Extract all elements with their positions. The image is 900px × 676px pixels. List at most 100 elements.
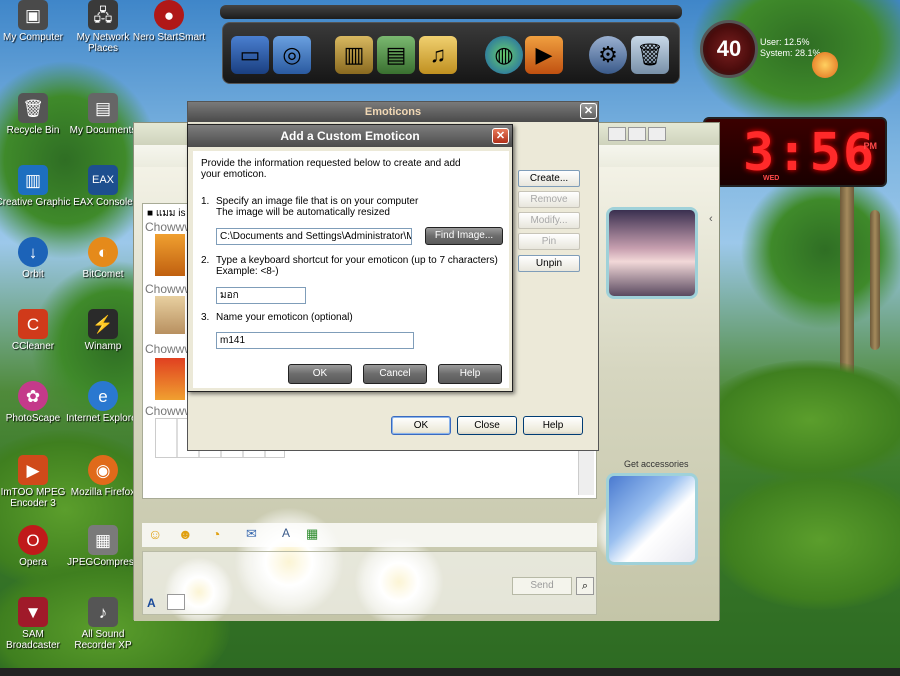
firefox-gadget-icon[interactable] [812,52,838,78]
chat-sender: Chowww [145,220,194,234]
desktop-icon-label: JPEGCompress [67,557,139,568]
cpu-value: 40 [716,36,742,61]
image-file-path-input[interactable]: C:\Documents and Settings\Administrator\… [216,228,412,245]
background-icon[interactable]: ▦ [306,526,318,542]
desktop-icon-jpegcompress[interactable]: ▦ JPEGCompress [64,525,142,568]
media-player-icon[interactable]: ▶ [525,36,563,74]
desktop-icon-label: Winamp [84,341,122,352]
cpu-stats: User: 12.5% System: 28.1% [760,37,821,59]
step1-number: 1. [201,196,210,207]
chat-sender: Chowww [145,404,194,418]
wink-icon[interactable]: ☻ [178,526,193,542]
nudge-icon[interactable]: ✉ [246,526,257,542]
documents-icon[interactable]: ▤ [377,36,415,74]
desktop-icon-opera[interactable]: O Opera [0,525,72,568]
my-documents-icon: ▤ [88,93,118,123]
sound-recorder-icon: ♪ [88,597,118,627]
emoticons-help-button[interactable]: Help [523,416,583,435]
send-button[interactable]: Send [512,577,572,595]
voice-clip-icon[interactable]: ◔ [212,526,220,542]
dock-top-bar [220,5,682,19]
opera-icon: O [18,525,48,555]
eax-console-icon: EAX [88,165,118,195]
creative-graphic-icon: ▥ [18,165,48,195]
font-style-icon[interactable]: A [147,596,156,610]
desktop-icon-label: My Computer [2,32,63,43]
desktop-icon-label: EAX Console [73,197,133,208]
search-icon[interactable]: ⌕ [576,577,594,595]
desktop-icon-orbit[interactable]: ↓ Orbit [0,237,72,280]
desktop-icon-imtoo[interactable]: ▶ ImTOO MPEG Encoder 3 [0,455,72,509]
desktop-icon-nero[interactable]: ● Nero StartSmart [130,0,208,43]
emoticon-icon[interactable]: ☺ [148,526,162,542]
desktop-icon-firefox[interactable]: ◉ Mozilla Firefox [64,455,142,498]
hedge [710,470,900,610]
desktop-icon-creative-graphic[interactable]: ▥ Creative Graphic [0,165,72,208]
step1-instruction: Specify an image file that is on your co… [216,196,419,207]
palm-trunk [870,210,880,350]
cancel-button[interactable]: Cancel [363,364,427,384]
add-custom-emoticon-title: Add a Custom Emoticon [188,125,512,147]
disk-drive-icon[interactable]: ◎ [273,36,311,74]
find-image-button[interactable]: Find Image... [425,227,503,245]
minimize-button[interactable] [608,127,626,141]
desktop-icon-label: Internet Explorer [66,413,140,424]
desktop-icon-my-documents[interactable]: ▤ My Documents [64,93,142,136]
desktop-icon-my-computer[interactable]: ▣ My Computer [0,0,72,43]
maximize-button[interactable] [628,127,646,141]
step1-note: The image will be automatically resized [216,207,390,218]
desktop-icon-sam-broadcaster[interactable]: ▼ SAM Broadcaster [0,597,72,651]
pin-button: Pin [518,233,580,250]
nero-icon: ● [154,0,184,30]
shortcut-input[interactable]: มอก [216,287,306,304]
handwriting-icon[interactable] [167,594,185,610]
digital-clock: 3:56 PM WED [703,117,887,187]
computer-icon: ▣ [18,0,48,30]
remove-button: Remove [518,191,580,208]
cpu-meter: 40 [700,20,758,78]
user-avatar [606,473,698,565]
music-folder-icon[interactable]: ♫ [419,36,457,74]
ok-button[interactable]: OK [288,364,352,384]
trash-icon[interactable]: 🗑 [631,36,669,74]
help-button[interactable]: Help [438,364,502,384]
desktop-icon-internet-explorer[interactable]: e Internet Explorer [64,381,142,424]
gear-icon[interactable]: ⚙ [589,36,627,74]
desktop-icon-photoscape[interactable]: ✿ PhotoScape [0,381,72,424]
step3-number: 3. [201,312,210,323]
globe-icon[interactable]: ◍ [485,36,523,74]
desktop-icon-eax-console[interactable]: EAX EAX Console [64,165,142,208]
emoticons-close-button[interactable]: ✕ [580,103,597,119]
clock-day: WED [763,175,780,182]
clock-time: 3:56 [743,123,877,183]
create-button[interactable]: Create... [518,170,580,187]
font-icon[interactable]: A [282,526,290,540]
desktop-icon-ccleaner[interactable]: C CCleaner [0,309,72,352]
desktop-icon-winamp[interactable]: ⚡ Winamp [64,309,142,352]
desktop-icon-recycle-bin[interactable]: 🗑 Recycle Bin [0,93,72,136]
cat-sticker-image [155,296,185,334]
desktop-icon-label: ImTOO MPEG Encoder 3 [0,487,66,509]
emoticon-name-input[interactable]: m141 [216,332,414,349]
imtoo-icon: ▶ [18,455,48,485]
library-books-icon[interactable]: ▥ [335,36,373,74]
sam-broadcaster-icon: ▼ [18,597,48,627]
add-emoticon-close-button[interactable]: ✕ [492,128,509,144]
formatting-toolbar: ☺ ☻ ◔ ✉ A ▦ [142,523,597,547]
step2-instruction: Type a keyboard shortcut for your emotic… [216,255,498,266]
clock-ampm: PM [863,141,878,151]
emoticons-close-dialog-button[interactable]: Close [457,416,517,435]
get-accessories-link[interactable]: Get accessories [624,459,689,469]
contact-avatar [606,207,698,299]
emoticons-ok-button[interactable]: OK [391,416,451,435]
chevron-left-icon[interactable]: ‹ [709,213,713,225]
add-custom-emoticon-dialog: Add a Custom Emoticon ✕ Provide the info… [187,124,513,392]
close-window-button[interactable] [648,127,666,141]
desktop-icon-bitcomet[interactable]: ◐ BitComet [64,237,142,280]
desktop-icon-sound-recorder[interactable]: ♪ All Sound Recorder XP [64,597,142,651]
desktop-icon-label: Opera [19,557,47,568]
display-settings-icon[interactable]: ▭ [231,36,269,74]
unpin-button[interactable]: Unpin [518,255,580,272]
cpu-user: User: 12.5% [760,37,810,47]
modify-button: Modify... [518,212,580,229]
